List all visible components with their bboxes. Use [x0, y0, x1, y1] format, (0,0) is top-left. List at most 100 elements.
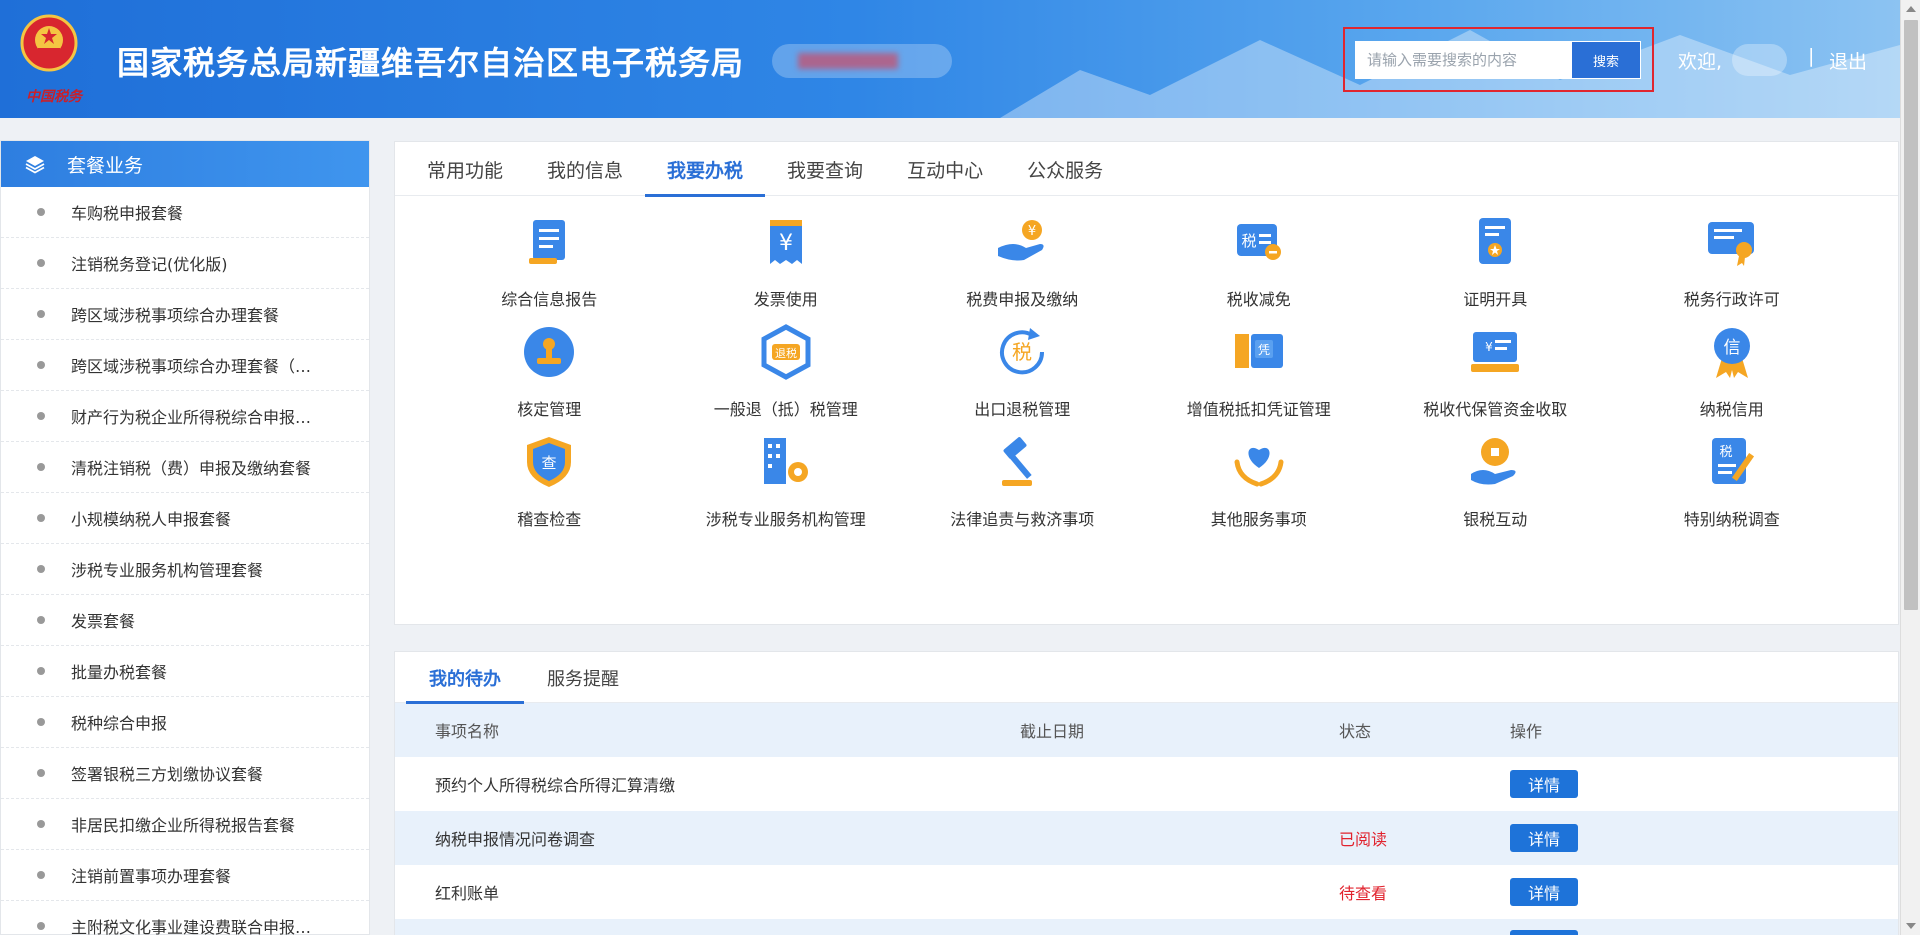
sidebar-title: 套餐业务	[67, 154, 144, 177]
certificate-icon	[1479, 218, 1512, 264]
service-item[interactable]: 综合信息报告	[431, 210, 668, 320]
service-item[interactable]: 核定管理	[431, 320, 668, 430]
service-item[interactable]: ¥ 税收代保管资金收取	[1377, 320, 1614, 430]
detail-button[interactable]: 详情	[1510, 770, 1578, 798]
sidebar-item[interactable]: 跨区域涉税事项综合办理套餐	[1, 289, 369, 340]
sidebar-item[interactable]: 批量办税套餐	[1, 646, 369, 697]
search-highlight-box: 搜索	[1343, 27, 1654, 92]
export-refund-icon: 税	[1000, 328, 1045, 375]
todo-table: 事项名称 截止日期 状态 操作 预约个人所得税综合所得汇算清缴 详情 纳税申报情…	[395, 703, 1898, 935]
bullet-icon	[37, 463, 45, 471]
sidebar-item-label: 主附税文化事业建设费联合申报…	[71, 918, 312, 935]
sidebar-item-label: 注销税务登记(优化版)	[71, 255, 228, 274]
sidebar-item[interactable]: 财产行为税企业所得税综合申报…	[1, 391, 369, 442]
service-panel: 常用功能 我的信息 我要办税 我要查询 互动中心 公众服务 综合信息报告 ¥ 发…	[394, 141, 1899, 625]
custody-icon: ¥	[1471, 332, 1520, 372]
sidebar-item[interactable]: 发票套餐	[1, 595, 369, 646]
search-button[interactable]: 搜索	[1571, 41, 1641, 79]
tab-handle-tax[interactable]: 我要办税	[645, 142, 766, 197]
sidebar-item[interactable]: 清税注销税（费）申报及缴纳套餐	[1, 442, 369, 493]
sidebar-item[interactable]: 非居民扣缴企业所得税报告套餐	[1, 799, 369, 850]
service-label: 其他服务事项	[1210, 510, 1307, 529]
layers-icon	[25, 156, 45, 174]
service-item[interactable]: ¥ 发票使用	[668, 210, 905, 320]
bullet-icon	[37, 565, 45, 573]
scroll-thumb[interactable]	[1904, 20, 1918, 610]
service-item[interactable]: 税 出口退税管理	[904, 320, 1141, 430]
stamp-icon	[524, 327, 575, 377]
service-label: 一般退（抵）税管理	[713, 400, 858, 419]
detail-button[interactable]: 详情	[1510, 824, 1578, 852]
service-item[interactable]: 其他服务事项	[1141, 430, 1378, 540]
detail-button[interactable]: 详情	[1510, 878, 1578, 906]
tax-reduction-icon: 税	[1236, 224, 1281, 260]
sidebar-item[interactable]: 涉税专业服务机构管理套餐	[1, 544, 369, 595]
table-row	[395, 919, 1898, 935]
sidebar-item[interactable]: 主附税文化事业建设费联合申报…	[1, 901, 369, 935]
sidebar-item-label: 财产行为税企业所得税综合申报…	[71, 408, 312, 427]
sidebar-item-label: 跨区域涉税事项综合办理套餐	[71, 306, 280, 325]
masked-region	[772, 44, 952, 78]
service-label: 发票使用	[753, 290, 818, 309]
sidebar-item[interactable]: 车购税申报套餐	[1, 187, 369, 238]
column-header: 状态	[1339, 722, 1372, 741]
service-label: 税收减免	[1226, 290, 1291, 309]
sidebar-item[interactable]: 税种综合申报	[1, 697, 369, 748]
sidebar-item[interactable]: 小规模纳税人申报套餐	[1, 493, 369, 544]
service-item[interactable]: 税 特别纳税调查	[1614, 430, 1851, 540]
tab-my-todo[interactable]: 我的待办	[406, 652, 524, 704]
svg-text:¥: ¥	[1028, 224, 1036, 239]
todo-name: 预约个人所得税综合所得汇算清缴	[435, 776, 676, 795]
scroll-down-arrow-icon[interactable]	[1906, 923, 1916, 929]
service-item[interactable]: 银税互动	[1377, 430, 1614, 540]
tab-common-functions[interactable]: 常用功能	[405, 142, 525, 196]
report-icon	[529, 220, 566, 264]
sidebar-item[interactable]: 注销税务登记(优化版)	[1, 238, 369, 289]
service-item[interactable]: 查 稽查检查	[431, 430, 668, 540]
gavel-icon	[1002, 437, 1033, 486]
sidebar-item[interactable]: 签署银税三方划缴协议套餐	[1, 748, 369, 799]
user-name-masked	[1732, 44, 1787, 76]
svg-text:查: 查	[542, 454, 557, 472]
welcome-label: 欢迎,	[1678, 51, 1723, 73]
voucher-icon: 凭	[1234, 334, 1283, 368]
sidebar-header: 套餐业务	[1, 141, 369, 187]
scroll-up-arrow-icon[interactable]	[1906, 6, 1916, 12]
detail-button-partial[interactable]	[1510, 930, 1578, 935]
service-item[interactable]: ¥ 税费申报及缴纳	[904, 210, 1141, 320]
payment-icon: ¥	[998, 220, 1044, 261]
service-item[interactable]: 涉税专业服务机构管理	[668, 430, 905, 540]
refund-icon: 退税	[761, 324, 811, 380]
sidebar-item-label: 税种综合申报	[71, 714, 168, 733]
bullet-icon	[37, 871, 45, 879]
tab-interaction[interactable]: 互动中心	[885, 142, 1005, 196]
sidebar-item[interactable]: 跨区域涉税事项综合办理套餐（…	[1, 340, 369, 391]
bullet-icon	[37, 361, 45, 369]
service-label: 特别纳税调查	[1683, 510, 1780, 529]
tab-public-service[interactable]: 公众服务	[1005, 142, 1125, 196]
table-row: 纳税申报情况问卷调查 已阅读 详情	[395, 811, 1898, 865]
sidebar-item-label: 发票套餐	[71, 612, 136, 631]
main-tabs: 常用功能 我的信息 我要办税 我要查询 互动中心 公众服务	[395, 142, 1898, 197]
todo-deadline	[1020, 811, 1339, 865]
bullet-icon	[37, 310, 45, 318]
logout-link[interactable]: 退出	[1829, 47, 1867, 74]
service-item[interactable]: 退税 一般退（抵）税管理	[668, 320, 905, 430]
tab-query[interactable]: 我要查询	[765, 142, 885, 196]
sidebar-item[interactable]: 注销前置事项办理套餐	[1, 850, 369, 901]
svg-text:税: 税	[1241, 232, 1256, 250]
todo-action-cell: 详情	[1510, 865, 1898, 919]
tab-service-reminder[interactable]: 服务提醒	[524, 652, 642, 703]
service-item[interactable]: 凭 增值税抵扣凭证管理	[1141, 320, 1378, 430]
bullet-icon	[37, 514, 45, 522]
service-item[interactable]: 税务行政许可	[1614, 210, 1851, 320]
service-item[interactable]: 信 纳税信用	[1614, 320, 1851, 430]
search-input[interactable]	[1355, 41, 1571, 79]
tab-my-info[interactable]: 我的信息	[525, 142, 645, 196]
sidebar-list: 车购税申报套餐 注销税务登记(优化版) 跨区域涉税事项综合办理套餐 跨区域涉税事…	[1, 187, 369, 935]
service-item[interactable]: 证明开具	[1377, 210, 1614, 320]
service-label: 证明开具	[1463, 290, 1528, 309]
service-item[interactable]: 税 税收减免	[1141, 210, 1378, 320]
service-item[interactable]: 法律追责与救济事项	[904, 430, 1141, 540]
page-scrollbar[interactable]	[1900, 0, 1920, 935]
